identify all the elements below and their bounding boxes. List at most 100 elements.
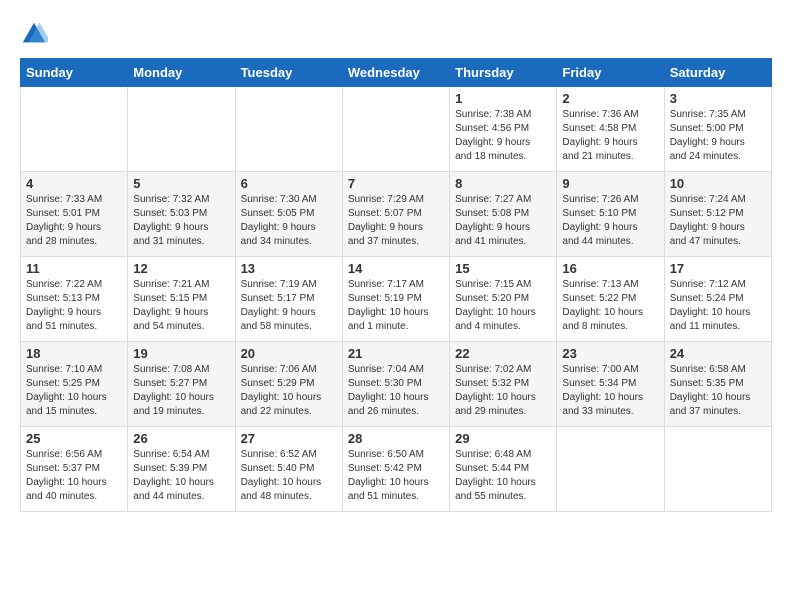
day-info: Sunrise: 7:38 AM Sunset: 4:56 PM Dayligh… (455, 108, 551, 164)
day-number: 8 (455, 176, 551, 191)
day-number: 5 (133, 176, 229, 191)
day-number: 1 (455, 91, 551, 106)
day-info: Sunrise: 6:56 AM Sunset: 5:37 PM Dayligh… (26, 448, 122, 504)
calendar-cell: 19 Sunrise: 7:08 AM Sunset: 5:27 PM Dayli… (128, 342, 235, 427)
calendar-cell: 13 Sunrise: 7:19 AM Sunset: 5:17 PM Dayli… (235, 257, 342, 342)
calendar-cell: 23 Sunrise: 7:00 AM Sunset: 5:34 PM Dayli… (557, 342, 664, 427)
day-info: Sunrise: 7:36 AM Sunset: 4:58 PM Dayligh… (562, 108, 658, 164)
day-info: Sunrise: 6:54 AM Sunset: 5:39 PM Dayligh… (133, 448, 229, 504)
calendar-week-row: 1 Sunrise: 7:38 AM Sunset: 4:56 PM Daylig… (21, 87, 772, 172)
day-info: Sunrise: 7:35 AM Sunset: 5:00 PM Dayligh… (670, 108, 766, 164)
calendar-cell (342, 87, 449, 172)
day-header-tuesday: Tuesday (235, 59, 342, 87)
calendar-cell: 12 Sunrise: 7:21 AM Sunset: 5:15 PM Dayli… (128, 257, 235, 342)
day-info: Sunrise: 7:12 AM Sunset: 5:24 PM Dayligh… (670, 278, 766, 334)
calendar-cell: 2 Sunrise: 7:36 AM Sunset: 4:58 PM Daylig… (557, 87, 664, 172)
calendar-cell (664, 427, 771, 512)
day-number: 19 (133, 346, 229, 361)
calendar-cell: 25 Sunrise: 6:56 AM Sunset: 5:37 PM Dayli… (21, 427, 128, 512)
day-info: Sunrise: 7:17 AM Sunset: 5:19 PM Dayligh… (348, 278, 444, 334)
day-header-friday: Friday (557, 59, 664, 87)
calendar-cell: 24Sunrise: 6:58 AM Sunset: 5:35 PM Dayli… (664, 342, 771, 427)
day-header-monday: Monday (128, 59, 235, 87)
calendar-cell: 26 Sunrise: 6:54 AM Sunset: 5:39 PM Dayli… (128, 427, 235, 512)
day-info: Sunrise: 7:24 AM Sunset: 5:12 PM Dayligh… (670, 193, 766, 249)
day-info: Sunrise: 7:13 AM Sunset: 5:22 PM Dayligh… (562, 278, 658, 334)
day-number: 18 (26, 346, 122, 361)
calendar-cell: 8 Sunrise: 7:27 AM Sunset: 5:08 PM Daylig… (450, 172, 557, 257)
day-info: Sunrise: 7:08 AM Sunset: 5:27 PM Dayligh… (133, 363, 229, 419)
day-info: Sunrise: 7:30 AM Sunset: 5:05 PM Dayligh… (241, 193, 337, 249)
calendar-cell: 9 Sunrise: 7:26 AM Sunset: 5:10 PM Daylig… (557, 172, 664, 257)
calendar-cell: 27Sunrise: 6:52 AM Sunset: 5:40 PM Dayli… (235, 427, 342, 512)
calendar-cell: 28 Sunrise: 6:50 AM Sunset: 5:42 PM Dayli… (342, 427, 449, 512)
calendar-cell: 1 Sunrise: 7:38 AM Sunset: 4:56 PM Daylig… (450, 87, 557, 172)
day-number: 16 (562, 261, 658, 276)
day-info: Sunrise: 7:27 AM Sunset: 5:08 PM Dayligh… (455, 193, 551, 249)
day-number: 7 (348, 176, 444, 191)
day-number: 15 (455, 261, 551, 276)
day-info: Sunrise: 7:26 AM Sunset: 5:10 PM Dayligh… (562, 193, 658, 249)
day-info: Sunrise: 7:29 AM Sunset: 5:07 PM Dayligh… (348, 193, 444, 249)
day-header-saturday: Saturday (664, 59, 771, 87)
day-number: 17 (670, 261, 766, 276)
calendar-cell: 6Sunrise: 7:30 AM Sunset: 5:05 PM Daylig… (235, 172, 342, 257)
calendar-cell: 20 Sunrise: 7:06 AM Sunset: 5:29 PM Dayli… (235, 342, 342, 427)
day-info: Sunrise: 7:06 AM Sunset: 5:29 PM Dayligh… (241, 363, 337, 419)
day-info: Sunrise: 7:32 AM Sunset: 5:03 PM Dayligh… (133, 193, 229, 249)
calendar-week-row: 11 Sunrise: 7:22 AM Sunset: 5:13 PM Dayli… (21, 257, 772, 342)
calendar-cell: 10 Sunrise: 7:24 AM Sunset: 5:12 PM Dayli… (664, 172, 771, 257)
day-number: 13 (241, 261, 337, 276)
day-number: 3 (670, 91, 766, 106)
day-number: 12 (133, 261, 229, 276)
day-number: 2 (562, 91, 658, 106)
day-header-wednesday: Wednesday (342, 59, 449, 87)
day-info: Sunrise: 6:50 AM Sunset: 5:42 PM Dayligh… (348, 448, 444, 504)
day-info: Sunrise: 7:02 AM Sunset: 5:32 PM Dayligh… (455, 363, 551, 419)
calendar-cell (21, 87, 128, 172)
day-number: 26 (133, 431, 229, 446)
day-info: Sunrise: 7:15 AM Sunset: 5:20 PM Dayligh… (455, 278, 551, 334)
day-number: 24 (670, 346, 766, 361)
day-number: 28 (348, 431, 444, 446)
day-number: 11 (26, 261, 122, 276)
day-header-thursday: Thursday (450, 59, 557, 87)
day-info: Sunrise: 7:00 AM Sunset: 5:34 PM Dayligh… (562, 363, 658, 419)
calendar-cell: 7 Sunrise: 7:29 AM Sunset: 5:07 PM Daylig… (342, 172, 449, 257)
day-info: Sunrise: 7:33 AM Sunset: 5:01 PM Dayligh… (26, 193, 122, 249)
day-number: 14 (348, 261, 444, 276)
calendar-cell: 22 Sunrise: 7:02 AM Sunset: 5:32 PM Dayli… (450, 342, 557, 427)
calendar-week-row: 25 Sunrise: 6:56 AM Sunset: 5:37 PM Dayli… (21, 427, 772, 512)
logo (20, 20, 52, 48)
day-info: Sunrise: 7:19 AM Sunset: 5:17 PM Dayligh… (241, 278, 337, 334)
calendar-table: SundayMondayTuesdayWednesdayThursdayFrid… (20, 58, 772, 512)
calendar-cell: 17 Sunrise: 7:12 AM Sunset: 5:24 PM Dayli… (664, 257, 771, 342)
day-number: 21 (348, 346, 444, 361)
calendar-cell: 14 Sunrise: 7:17 AM Sunset: 5:19 PM Dayli… (342, 257, 449, 342)
day-number: 22 (455, 346, 551, 361)
calendar-header-row: SundayMondayTuesdayWednesdayThursdayFrid… (21, 59, 772, 87)
logo-icon (20, 20, 48, 48)
calendar-cell (557, 427, 664, 512)
day-number: 4 (26, 176, 122, 191)
day-info: Sunrise: 7:10 AM Sunset: 5:25 PM Dayligh… (26, 363, 122, 419)
day-number: 20 (241, 346, 337, 361)
calendar-cell (128, 87, 235, 172)
header (20, 20, 772, 48)
calendar-cell: 3 Sunrise: 7:35 AM Sunset: 5:00 PM Daylig… (664, 87, 771, 172)
day-info: Sunrise: 7:21 AM Sunset: 5:15 PM Dayligh… (133, 278, 229, 334)
calendar-cell: 29Sunrise: 6:48 AM Sunset: 5:44 PM Dayli… (450, 427, 557, 512)
day-header-sunday: Sunday (21, 59, 128, 87)
day-info: Sunrise: 6:52 AM Sunset: 5:40 PM Dayligh… (241, 448, 337, 504)
day-number: 10 (670, 176, 766, 191)
day-info: Sunrise: 7:22 AM Sunset: 5:13 PM Dayligh… (26, 278, 122, 334)
day-info: Sunrise: 6:48 AM Sunset: 5:44 PM Dayligh… (455, 448, 551, 504)
day-number: 9 (562, 176, 658, 191)
calendar-cell (235, 87, 342, 172)
calendar-cell: 15 Sunrise: 7:15 AM Sunset: 5:20 PM Dayli… (450, 257, 557, 342)
calendar-cell: 18 Sunrise: 7:10 AM Sunset: 5:25 PM Dayli… (21, 342, 128, 427)
day-number: 23 (562, 346, 658, 361)
calendar-cell: 11 Sunrise: 7:22 AM Sunset: 5:13 PM Dayli… (21, 257, 128, 342)
calendar-week-row: 4 Sunrise: 7:33 AM Sunset: 5:01 PM Daylig… (21, 172, 772, 257)
day-number: 25 (26, 431, 122, 446)
